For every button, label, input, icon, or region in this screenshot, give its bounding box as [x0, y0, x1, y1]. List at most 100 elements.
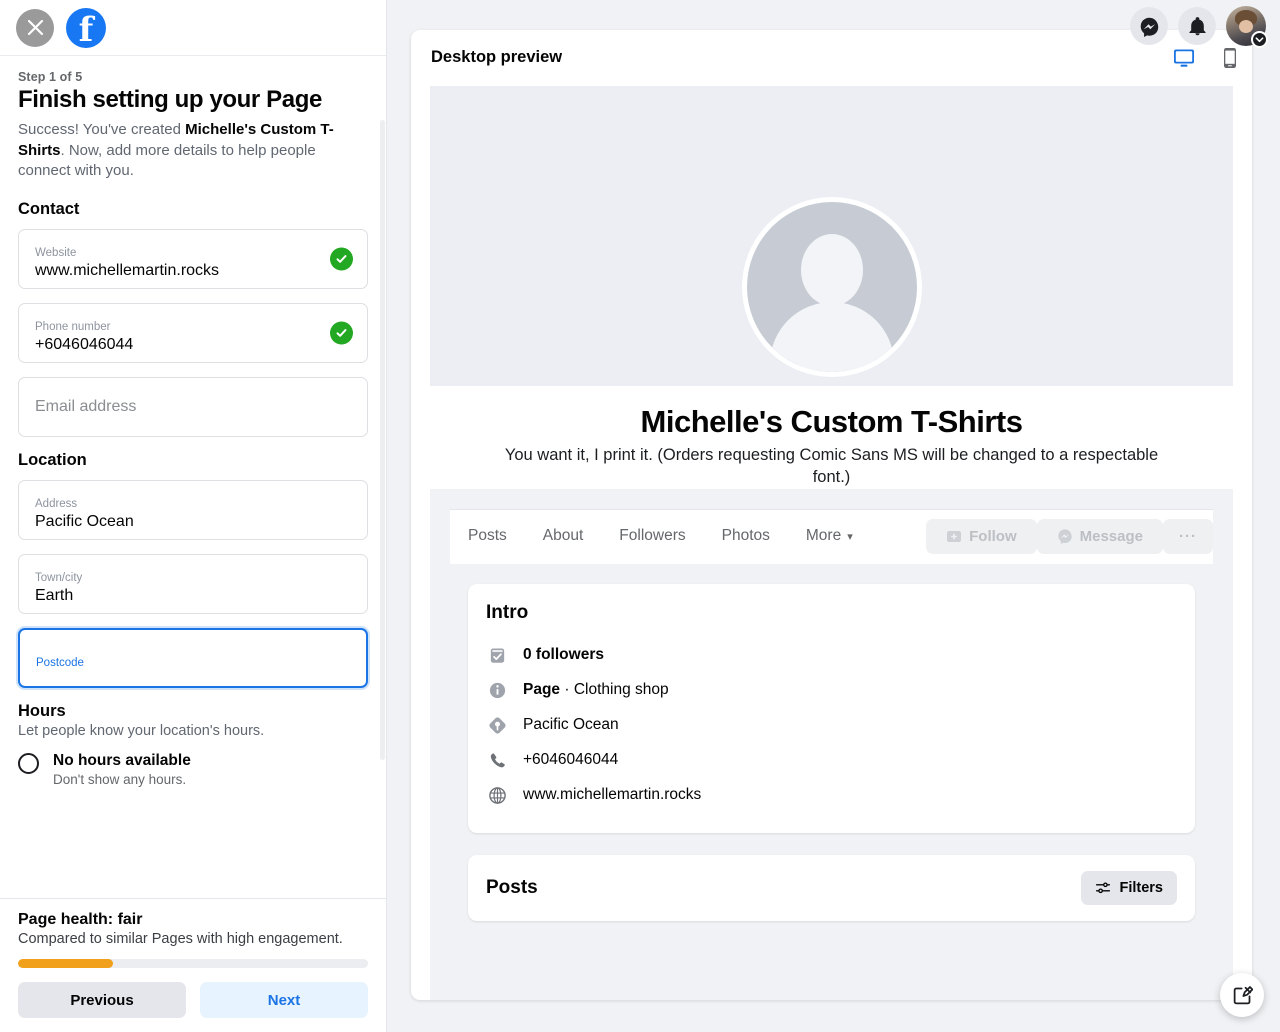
postcode-field[interactable]: Postcode	[18, 628, 368, 689]
phone-field[interactable]: Phone number +6046046044	[18, 303, 368, 364]
intro-row-category: Page · Clothing shop	[486, 673, 1177, 708]
location-pin-icon	[486, 716, 508, 735]
preview-pane: Desktop preview Michelle's Custom T-Shir…	[387, 0, 1280, 1032]
town-city-field[interactable]: Town/city Earth	[18, 554, 368, 615]
desktop-preview-toggle[interactable]	[1172, 46, 1196, 70]
website-field-label: Website	[35, 246, 77, 259]
website-verified-icon	[330, 247, 353, 271]
page-tabs-bar: Posts About Followers Photos More ▾ Foll…	[450, 508, 1213, 564]
wizard-buttons: Previous Next	[18, 982, 368, 1018]
step-indicator: Step 1 of 5	[18, 70, 83, 84]
tab-followers[interactable]: Followers	[601, 519, 703, 553]
radio-icon[interactable]	[18, 753, 39, 775]
message-button-label: Message	[1079, 527, 1143, 545]
follow-button[interactable]: Follow	[926, 518, 1037, 554]
intro-card: Intro 0 followers Page · Clothing shop P…	[468, 583, 1195, 833]
messenger-icon	[1140, 17, 1158, 37]
tab-more[interactable]: More ▾	[788, 519, 871, 553]
no-hours-label: No hours available	[53, 752, 191, 770]
filters-icon	[1096, 882, 1111, 893]
page-description: Success! You've created Michelle's Custo…	[18, 120, 368, 182]
address-field[interactable]: Address Pacific Ocean	[18, 480, 368, 541]
posts-title: Posts	[486, 876, 538, 898]
tab-about[interactable]: About	[525, 519, 602, 553]
tab-photos[interactable]: Photos	[704, 519, 788, 553]
compose-fab-button[interactable]	[1220, 973, 1264, 1017]
phone-field-value[interactable]: +6046046044	[35, 334, 355, 356]
close-icon	[27, 19, 43, 36]
intro-location-text: Pacific Ocean	[523, 716, 619, 734]
page-health-title: Page health: fair	[18, 910, 143, 928]
tab-posts[interactable]: Posts	[450, 519, 525, 553]
mobile-icon	[1224, 48, 1236, 68]
intro-category-text: · Clothing shop	[560, 681, 669, 699]
website-field[interactable]: Website www.michellemartin.rocks	[18, 229, 368, 290]
follow-plus-icon	[947, 531, 962, 543]
email-field[interactable]: Email address	[18, 377, 368, 438]
hours-section-heading: Hours	[18, 702, 66, 721]
town-city-field-label: Town/city	[35, 571, 83, 584]
address-field-value[interactable]: Pacific Ocean	[35, 511, 355, 533]
preview-page-tagline: You want it, I print it. (Orders request…	[504, 446, 1159, 486]
desc-prefix: Success! You've created	[18, 121, 186, 138]
intro-phone-text: +6046046044	[523, 751, 619, 769]
filters-button[interactable]: Filters	[1081, 870, 1177, 905]
intro-row-location: Pacific Ocean	[486, 708, 1177, 743]
filters-button-label: Filters	[1119, 879, 1163, 896]
previous-button[interactable]: Previous	[18, 982, 186, 1018]
page-health-subtitle: Compared to similar Pages with high enga…	[18, 930, 343, 947]
follow-button-label: Follow	[969, 527, 1017, 545]
address-field-label: Address	[35, 497, 78, 510]
postcode-field-label: Postcode	[36, 656, 84, 669]
sidebar-scroll-area: Step 1 of 5 Finish setting up your Page …	[0, 56, 386, 1032]
info-icon	[486, 681, 508, 700]
desc-suffix: . Now, add more details to help people c…	[18, 141, 316, 180]
preview-viewport: Michelle's Custom T-Shirts You want it, …	[430, 86, 1233, 1000]
sidebar-scrollbar[interactable]	[380, 120, 385, 760]
facebook-logo-icon[interactable]: f	[66, 7, 106, 48]
intro-row-website: www.michellemartin.rocks	[486, 778, 1177, 813]
no-hours-sublabel: Don't show any hours.	[53, 772, 187, 788]
sidebar-topbar: f	[0, 0, 386, 56]
page-identity: Michelle's Custom T-Shirts You want it, …	[430, 386, 1233, 489]
page-title: Finish setting up your Page	[18, 86, 322, 113]
cover-photo[interactable]	[430, 86, 1233, 386]
intro-title: Intro	[486, 601, 529, 623]
compose-icon	[1233, 985, 1253, 1004]
desktop-preview-card: Desktop preview Michelle's Custom T-Shir…	[411, 30, 1252, 1000]
desktop-icon	[1174, 49, 1194, 67]
messenger-button[interactable]	[1130, 7, 1168, 45]
contact-section-heading: Contact	[18, 200, 80, 219]
email-field-placeholder: Email address	[35, 398, 137, 416]
message-button[interactable]: Message	[1036, 518, 1163, 554]
phone-field-label: Phone number	[35, 320, 111, 333]
page-health-progress	[18, 959, 368, 968]
followers-icon	[486, 646, 508, 665]
intro-row-phone: +6046046044	[486, 743, 1177, 778]
close-button[interactable]	[16, 8, 54, 47]
account-avatar-button[interactable]	[1226, 6, 1268, 48]
phone-icon	[486, 751, 508, 770]
sidebar-footer: Page health: fair Compared to similar Pa…	[0, 897, 386, 1032]
avatar-placeholder-body-icon	[769, 302, 894, 372]
intro-page-label: Page	[523, 681, 561, 699]
preview-mode-toggles	[1172, 46, 1242, 70]
facebook-logo-letter: f	[78, 9, 94, 48]
town-city-field-value[interactable]: Earth	[35, 585, 355, 607]
more-actions-button[interactable]: ···	[1163, 518, 1213, 554]
notifications-button[interactable]	[1178, 7, 1216, 45]
messenger-icon	[1057, 529, 1072, 545]
globe-icon	[486, 786, 508, 805]
setup-sidebar: f Step 1 of 5 Finish setting up your Pag…	[0, 0, 387, 1032]
location-section-heading: Location	[18, 451, 87, 470]
posts-card: Posts Filters	[468, 854, 1195, 921]
profile-picture[interactable]	[741, 197, 922, 377]
avatar-placeholder-head-icon	[800, 234, 863, 306]
tab-more-label: More	[805, 527, 842, 545]
no-hours-option[interactable]: No hours available Don't show any hours.	[18, 751, 368, 789]
mobile-preview-toggle[interactable]	[1218, 46, 1242, 70]
intro-row-followers: 0 followers	[486, 638, 1177, 673]
website-field-value[interactable]: www.michellemartin.rocks	[35, 260, 355, 282]
next-button[interactable]: Next	[200, 982, 368, 1018]
chevron-down-icon: ▾	[847, 530, 853, 543]
